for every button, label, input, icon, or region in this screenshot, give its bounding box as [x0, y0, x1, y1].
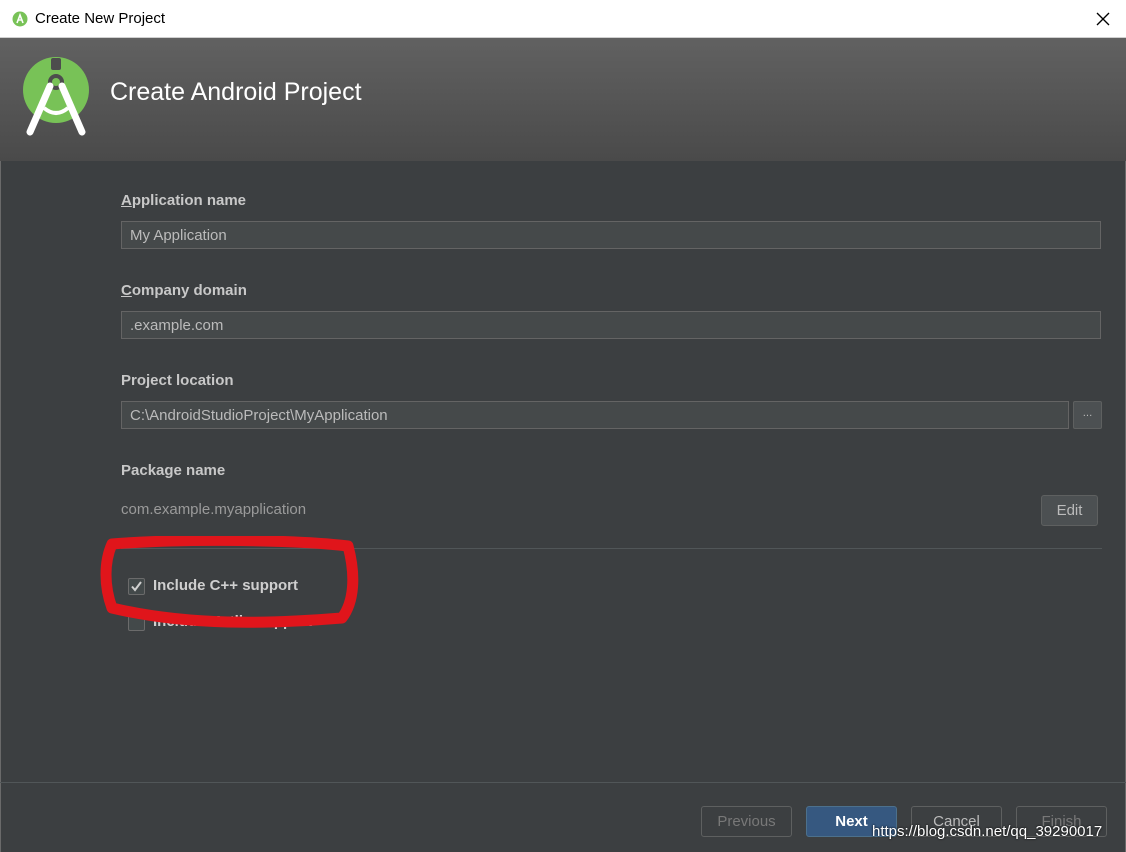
cpp-support-checkbox[interactable] — [128, 578, 145, 595]
close-icon — [1096, 12, 1110, 26]
section-divider — [121, 548, 1102, 549]
cpp-support-label: Include C++ support — [153, 577, 299, 594]
company-domain-label: Company domain — [121, 282, 247, 299]
application-name-input[interactable] — [121, 221, 1101, 249]
watermark-text: https://blog.csdn.net/qq_39290017 — [872, 823, 1103, 840]
footer-divider — [0, 782, 1126, 783]
kotlin-support-checkbox[interactable] — [128, 614, 145, 631]
wizard-title: Create Android Project — [110, 78, 362, 106]
android-studio-logo-icon — [23, 57, 89, 136]
android-studio-icon — [12, 11, 28, 27]
title-bar: Create New Project — [0, 0, 1126, 38]
company-domain-input[interactable] — [121, 311, 1101, 339]
checkmark-icon — [131, 581, 142, 592]
package-name-label: Package name — [121, 462, 226, 479]
close-button[interactable] — [1090, 6, 1116, 32]
browse-button[interactable]: ... — [1073, 401, 1102, 429]
project-location-label: Project location — [121, 372, 234, 389]
wizard-header: Create Android Project — [0, 38, 1126, 161]
window-title: Create New Project — [35, 10, 166, 27]
application-name-label: Application name — [121, 192, 247, 209]
package-name-value: com.example.myapplication — [121, 501, 307, 518]
edit-package-button[interactable]: Edit — [1041, 495, 1098, 526]
kotlin-support-label: Include Kotlin support — [153, 613, 313, 630]
project-location-input[interactable] — [121, 401, 1069, 429]
previous-button[interactable]: Previous — [701, 806, 792, 837]
